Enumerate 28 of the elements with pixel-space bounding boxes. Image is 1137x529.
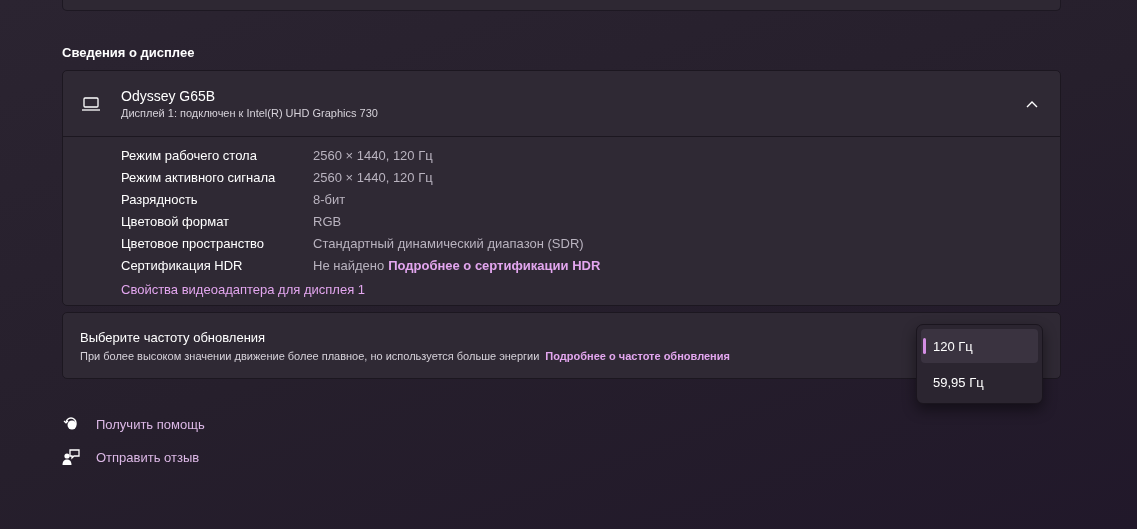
display-name: Odyssey G65B — [121, 88, 217, 104]
property-value: Стандартный динамический диапазон (SDR) — [313, 236, 584, 251]
property-value: Не найдено — [313, 258, 385, 273]
refresh-description: При более высоком значении движение более плавное, но используется больше энергии — [80, 349, 540, 362]
chevron-icon[interactable] — [1026, 99, 1038, 108]
laptop-icon — [81, 95, 101, 112]
display-header[interactable]: Odyssey G65B Дисплей 1: подключен к Intel(R) UHD Graphics 730 — [63, 71, 1060, 137]
property-value: 2560 × 1440, 120 Гц — [313, 170, 433, 185]
feedback-icon — [62, 448, 80, 466]
property-label: Цветовое пространство — [121, 236, 266, 251]
refresh-link[interactable]: Подробнее о частоте обновления — [545, 349, 730, 362]
dropdown-option[interactable]: 59,95 Гц — [921, 365, 1038, 399]
property-label: Разрядность — [121, 192, 199, 207]
adapter-link[interactable]: Свойства видеоадаптера для дисплея 1 — [121, 282, 365, 297]
property-value: 8-бит — [313, 192, 346, 207]
footer-link[interactable]: Отправить отзыв — [96, 449, 200, 465]
hdr-link[interactable]: Подробнее о сертификации HDR — [388, 258, 601, 273]
refresh-title: Выберите частоту обновления — [80, 329, 267, 345]
dropdown-option[interactable]: 120 Гц — [921, 329, 1038, 363]
property-label: Режим рабочего стола — [121, 148, 258, 163]
display-subtitle: Дисплей 1: подключен к Intel(R) UHD Graphics 730 — [121, 107, 379, 119]
property-label: Режим активного сигнала — [121, 170, 277, 185]
property-value: RGB — [313, 214, 342, 229]
property-value: 2560 × 1440, 120 Гц — [313, 148, 433, 163]
property-label: Сертификация HDR — [121, 258, 244, 273]
property-label: Цветовой формат — [121, 214, 231, 229]
section-title: Сведения о дисплее — [62, 45, 195, 60]
footer-link[interactable]: Получить помощь — [96, 416, 205, 432]
